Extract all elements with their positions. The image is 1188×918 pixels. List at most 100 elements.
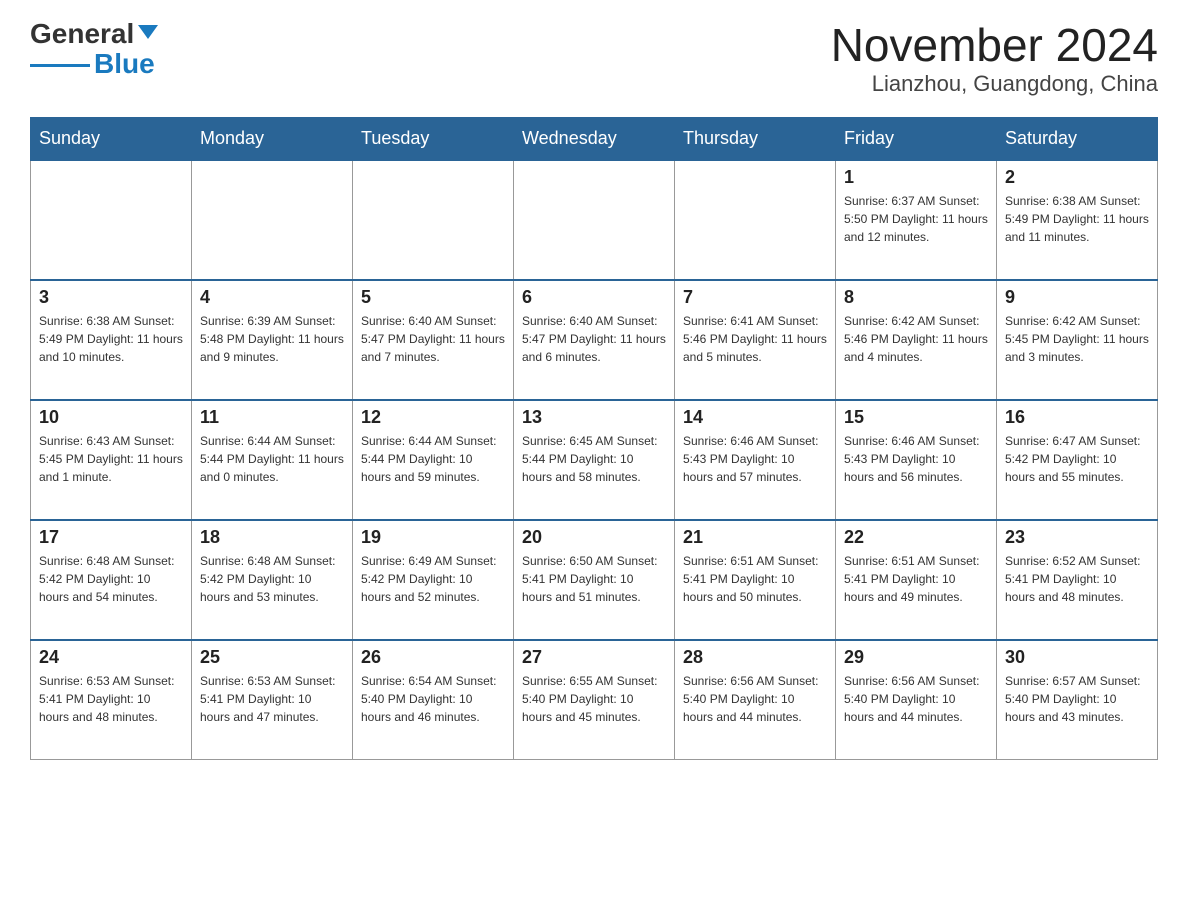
calendar-cell: 7 Sunrise: 6:41 AM Sunset: 5:46 PM Daylig… bbox=[675, 280, 836, 400]
day-number: 15 bbox=[844, 407, 988, 428]
week-row-2: 3 Sunrise: 6:38 AM Sunset: 5:49 PM Daylig… bbox=[31, 280, 1158, 400]
day-info: Sunrise: 6:44 AM Sunset: 5:44 PM Dayligh… bbox=[200, 432, 344, 486]
day-number: 16 bbox=[1005, 407, 1149, 428]
day-info: Sunrise: 6:54 AM Sunset: 5:40 PM Dayligh… bbox=[361, 672, 505, 726]
day-number: 4 bbox=[200, 287, 344, 308]
calendar-cell: 24 Sunrise: 6:53 AM Sunset: 5:41 PM Dayli… bbox=[31, 640, 192, 760]
day-info: Sunrise: 6:52 AM Sunset: 5:41 PM Dayligh… bbox=[1005, 552, 1149, 606]
calendar-cell: 28 Sunrise: 6:56 AM Sunset: 5:40 PM Dayli… bbox=[675, 640, 836, 760]
calendar-cell: 27 Sunrise: 6:55 AM Sunset: 5:40 PM Dayli… bbox=[514, 640, 675, 760]
day-number: 12 bbox=[361, 407, 505, 428]
calendar-cell: 26Sunrise: 6:54 AM Sunset: 5:40 PM Dayli… bbox=[353, 640, 514, 760]
day-info: Sunrise: 6:48 AM Sunset: 5:42 PM Dayligh… bbox=[39, 552, 183, 606]
calendar-cell: 19 Sunrise: 6:49 AM Sunset: 5:42 PM Dayli… bbox=[353, 520, 514, 640]
day-info: Sunrise: 6:51 AM Sunset: 5:41 PM Dayligh… bbox=[844, 552, 988, 606]
day-info: Sunrise: 6:38 AM Sunset: 5:49 PM Dayligh… bbox=[39, 312, 183, 366]
calendar-cell: 21Sunrise: 6:51 AM Sunset: 5:41 PM Dayli… bbox=[675, 520, 836, 640]
calendar-cell: 20Sunrise: 6:50 AM Sunset: 5:41 PM Dayli… bbox=[514, 520, 675, 640]
day-info: Sunrise: 6:56 AM Sunset: 5:40 PM Dayligh… bbox=[683, 672, 827, 726]
day-number: 7 bbox=[683, 287, 827, 308]
weekday-header-row: Sunday Monday Tuesday Wednesday Thursday… bbox=[31, 117, 1158, 160]
day-number: 9 bbox=[1005, 287, 1149, 308]
day-number: 24 bbox=[39, 647, 183, 668]
calendar-cell: 1 Sunrise: 6:37 AM Sunset: 5:50 PM Daylig… bbox=[836, 160, 997, 280]
calendar-cell: 23Sunrise: 6:52 AM Sunset: 5:41 PM Dayli… bbox=[997, 520, 1158, 640]
title-section: November 2024 Lianzhou, Guangdong, China bbox=[831, 20, 1158, 97]
day-info: Sunrise: 6:53 AM Sunset: 5:41 PM Dayligh… bbox=[39, 672, 183, 726]
calendar-cell: 25 Sunrise: 6:53 AM Sunset: 5:41 PM Dayli… bbox=[192, 640, 353, 760]
day-number: 14 bbox=[683, 407, 827, 428]
header-saturday: Saturday bbox=[997, 117, 1158, 160]
day-number: 22 bbox=[844, 527, 988, 548]
day-number: 29 bbox=[844, 647, 988, 668]
day-info: Sunrise: 6:42 AM Sunset: 5:45 PM Dayligh… bbox=[1005, 312, 1149, 366]
day-info: Sunrise: 6:55 AM Sunset: 5:40 PM Dayligh… bbox=[522, 672, 666, 726]
calendar-cell: 3 Sunrise: 6:38 AM Sunset: 5:49 PM Daylig… bbox=[31, 280, 192, 400]
day-number: 1 bbox=[844, 167, 988, 188]
day-info: Sunrise: 6:49 AM Sunset: 5:42 PM Dayligh… bbox=[361, 552, 505, 606]
day-number: 25 bbox=[200, 647, 344, 668]
day-info: Sunrise: 6:46 AM Sunset: 5:43 PM Dayligh… bbox=[683, 432, 827, 486]
day-info: Sunrise: 6:37 AM Sunset: 5:50 PM Dayligh… bbox=[844, 192, 988, 246]
day-info: Sunrise: 6:46 AM Sunset: 5:43 PM Dayligh… bbox=[844, 432, 988, 486]
calendar-cell bbox=[192, 160, 353, 280]
week-row-5: 24 Sunrise: 6:53 AM Sunset: 5:41 PM Dayli… bbox=[31, 640, 1158, 760]
week-row-3: 10 Sunrise: 6:43 AM Sunset: 5:45 PM Dayli… bbox=[31, 400, 1158, 520]
day-number: 10 bbox=[39, 407, 183, 428]
calendar-cell: 29 Sunrise: 6:56 AM Sunset: 5:40 PM Dayli… bbox=[836, 640, 997, 760]
calendar-cell: 22 Sunrise: 6:51 AM Sunset: 5:41 PM Dayli… bbox=[836, 520, 997, 640]
day-number: 13 bbox=[522, 407, 666, 428]
calendar-cell bbox=[514, 160, 675, 280]
day-number: 8 bbox=[844, 287, 988, 308]
logo: General Blue bbox=[30, 20, 158, 78]
day-number: 28 bbox=[683, 647, 827, 668]
day-info: Sunrise: 6:56 AM Sunset: 5:40 PM Dayligh… bbox=[844, 672, 988, 726]
day-info: Sunrise: 6:43 AM Sunset: 5:45 PM Dayligh… bbox=[39, 432, 183, 486]
week-row-1: 1 Sunrise: 6:37 AM Sunset: 5:50 PM Daylig… bbox=[31, 160, 1158, 280]
day-number: 3 bbox=[39, 287, 183, 308]
day-info: Sunrise: 6:47 AM Sunset: 5:42 PM Dayligh… bbox=[1005, 432, 1149, 486]
day-number: 6 bbox=[522, 287, 666, 308]
header-thursday: Thursday bbox=[675, 117, 836, 160]
calendar-cell: 11 Sunrise: 6:44 AM Sunset: 5:44 PM Dayli… bbox=[192, 400, 353, 520]
day-info: Sunrise: 6:38 AM Sunset: 5:49 PM Dayligh… bbox=[1005, 192, 1149, 246]
logo-general-text: General bbox=[30, 20, 134, 48]
day-number: 5 bbox=[361, 287, 505, 308]
day-info: Sunrise: 6:44 AM Sunset: 5:44 PM Dayligh… bbox=[361, 432, 505, 486]
day-number: 30 bbox=[1005, 647, 1149, 668]
header-sunday: Sunday bbox=[31, 117, 192, 160]
calendar-cell: 13Sunrise: 6:45 AM Sunset: 5:44 PM Dayli… bbox=[514, 400, 675, 520]
calendar-cell: 10 Sunrise: 6:43 AM Sunset: 5:45 PM Dayli… bbox=[31, 400, 192, 520]
calendar-cell bbox=[675, 160, 836, 280]
day-info: Sunrise: 6:40 AM Sunset: 5:47 PM Dayligh… bbox=[361, 312, 505, 366]
day-number: 21 bbox=[683, 527, 827, 548]
calendar-cell: 8 Sunrise: 6:42 AM Sunset: 5:46 PM Daylig… bbox=[836, 280, 997, 400]
header-tuesday: Tuesday bbox=[353, 117, 514, 160]
day-info: Sunrise: 6:50 AM Sunset: 5:41 PM Dayligh… bbox=[522, 552, 666, 606]
month-title: November 2024 bbox=[831, 20, 1158, 71]
logo-triangle-icon bbox=[138, 25, 158, 39]
calendar-cell: 14 Sunrise: 6:46 AM Sunset: 5:43 PM Dayli… bbox=[675, 400, 836, 520]
day-info: Sunrise: 6:53 AM Sunset: 5:41 PM Dayligh… bbox=[200, 672, 344, 726]
day-number: 19 bbox=[361, 527, 505, 548]
day-number: 2 bbox=[1005, 167, 1149, 188]
day-info: Sunrise: 6:42 AM Sunset: 5:46 PM Dayligh… bbox=[844, 312, 988, 366]
logo-blue-text: Blue bbox=[94, 50, 155, 78]
week-row-4: 17 Sunrise: 6:48 AM Sunset: 5:42 PM Dayli… bbox=[31, 520, 1158, 640]
calendar-cell: 6Sunrise: 6:40 AM Sunset: 5:47 PM Daylig… bbox=[514, 280, 675, 400]
calendar-cell: 9 Sunrise: 6:42 AM Sunset: 5:45 PM Daylig… bbox=[997, 280, 1158, 400]
location-title: Lianzhou, Guangdong, China bbox=[831, 71, 1158, 97]
day-number: 11 bbox=[200, 407, 344, 428]
day-number: 27 bbox=[522, 647, 666, 668]
calendar-cell: 12 Sunrise: 6:44 AM Sunset: 5:44 PM Dayli… bbox=[353, 400, 514, 520]
day-info: Sunrise: 6:39 AM Sunset: 5:48 PM Dayligh… bbox=[200, 312, 344, 366]
calendar-cell bbox=[353, 160, 514, 280]
calendar-cell bbox=[31, 160, 192, 280]
day-number: 17 bbox=[39, 527, 183, 548]
day-info: Sunrise: 6:57 AM Sunset: 5:40 PM Dayligh… bbox=[1005, 672, 1149, 726]
calendar-cell: 30 Sunrise: 6:57 AM Sunset: 5:40 PM Dayli… bbox=[997, 640, 1158, 760]
header-wednesday: Wednesday bbox=[514, 117, 675, 160]
header-monday: Monday bbox=[192, 117, 353, 160]
day-info: Sunrise: 6:41 AM Sunset: 5:46 PM Dayligh… bbox=[683, 312, 827, 366]
calendar-cell: 2 Sunrise: 6:38 AM Sunset: 5:49 PM Daylig… bbox=[997, 160, 1158, 280]
